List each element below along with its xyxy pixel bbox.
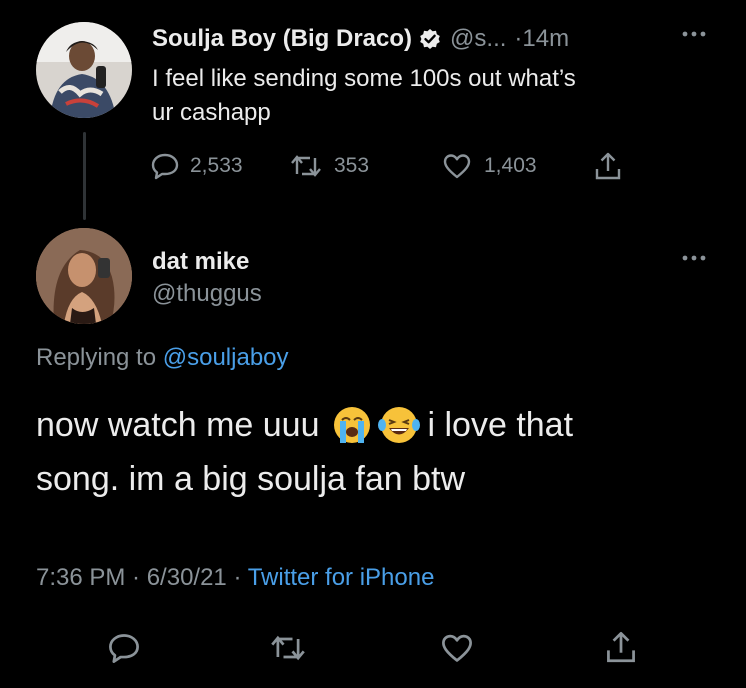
reply-action-bar [0,628,746,672]
reply-display-name[interactable]: dat mike [152,246,262,278]
parent-display-name[interactable]: Soulja Boy (Big Draco) [152,25,412,53]
reply-handle[interactable]: @thuggus [152,278,262,310]
reply-retweet-button[interactable] [270,632,306,664]
parent-reply-button[interactable]: 2,533 [150,152,243,180]
parent-text-line-1: I feel like sending some 100s out what’s [152,65,576,92]
reply-share-button[interactable] [605,628,637,666]
parent-like-count: 1,403 [484,154,537,177]
parent-avatar[interactable] [36,22,132,118]
laughing-emoji [377,405,420,445]
reply-timestamp[interactable]: 7:36 PM · 6/30/21 · [36,564,241,591]
retweet-icon [270,632,306,664]
parent-retweet-button[interactable]: 353 [290,152,369,180]
share-icon [594,150,622,182]
parent-like-button[interactable]: 1,403 [442,152,537,180]
parent-text-line-2: ur cashapp [152,99,271,126]
parent-reply-count: 2,533 [190,154,243,177]
reply-text-part-a: now watch me uuu [36,406,320,444]
reply-avatar[interactable] [36,228,132,324]
parent-time[interactable]: ·14m [514,25,569,53]
replying-to: Replying to @souljaboy [36,344,289,372]
share-icon [605,628,637,666]
like-icon [442,152,472,180]
reply-text-line-2: song. im a big soulja fan btw [36,460,466,498]
replying-to-label: Replying to [36,344,157,371]
parent-retweet-count: 353 [334,154,370,177]
reply-author: dat mike @thuggus [152,246,262,310]
reply-reply-button[interactable] [107,632,141,664]
reply-more-icon[interactable] [680,248,708,268]
like-icon [440,632,474,664]
reply-icon [107,632,141,664]
thread-line [83,132,86,220]
parent-header: Soulja Boy (Big Draco) @s... ·14m [152,22,569,56]
reply-like-button[interactable] [440,632,474,664]
verified-badge-icon [419,28,441,50]
replying-to-handle-link[interactable]: @souljaboy [163,344,289,371]
parent-share-button[interactable] [594,150,622,182]
reply-text-part-b: i love that [427,406,574,444]
reply-source-link[interactable]: Twitter for iPhone [248,564,435,591]
parent-more-icon[interactable] [680,24,708,44]
reply-icon [150,152,180,180]
retweet-icon [290,152,322,180]
reply-text-line-1: now watch me uuu i love that [36,398,573,452]
reply-meta: 7:36 PM · 6/30/21 · Twitter for iPhone [36,564,434,592]
parent-handle[interactable]: @s... [450,25,506,53]
loudly-crying-emoji [332,405,372,445]
parent-tweet-text: I feel like sending some 100s out what’s… [152,62,576,130]
reply-tweet-text: now watch me uuu i love that song. im a … [36,398,573,506]
parent-action-bar: 2,533 353 1,403 [150,150,630,184]
